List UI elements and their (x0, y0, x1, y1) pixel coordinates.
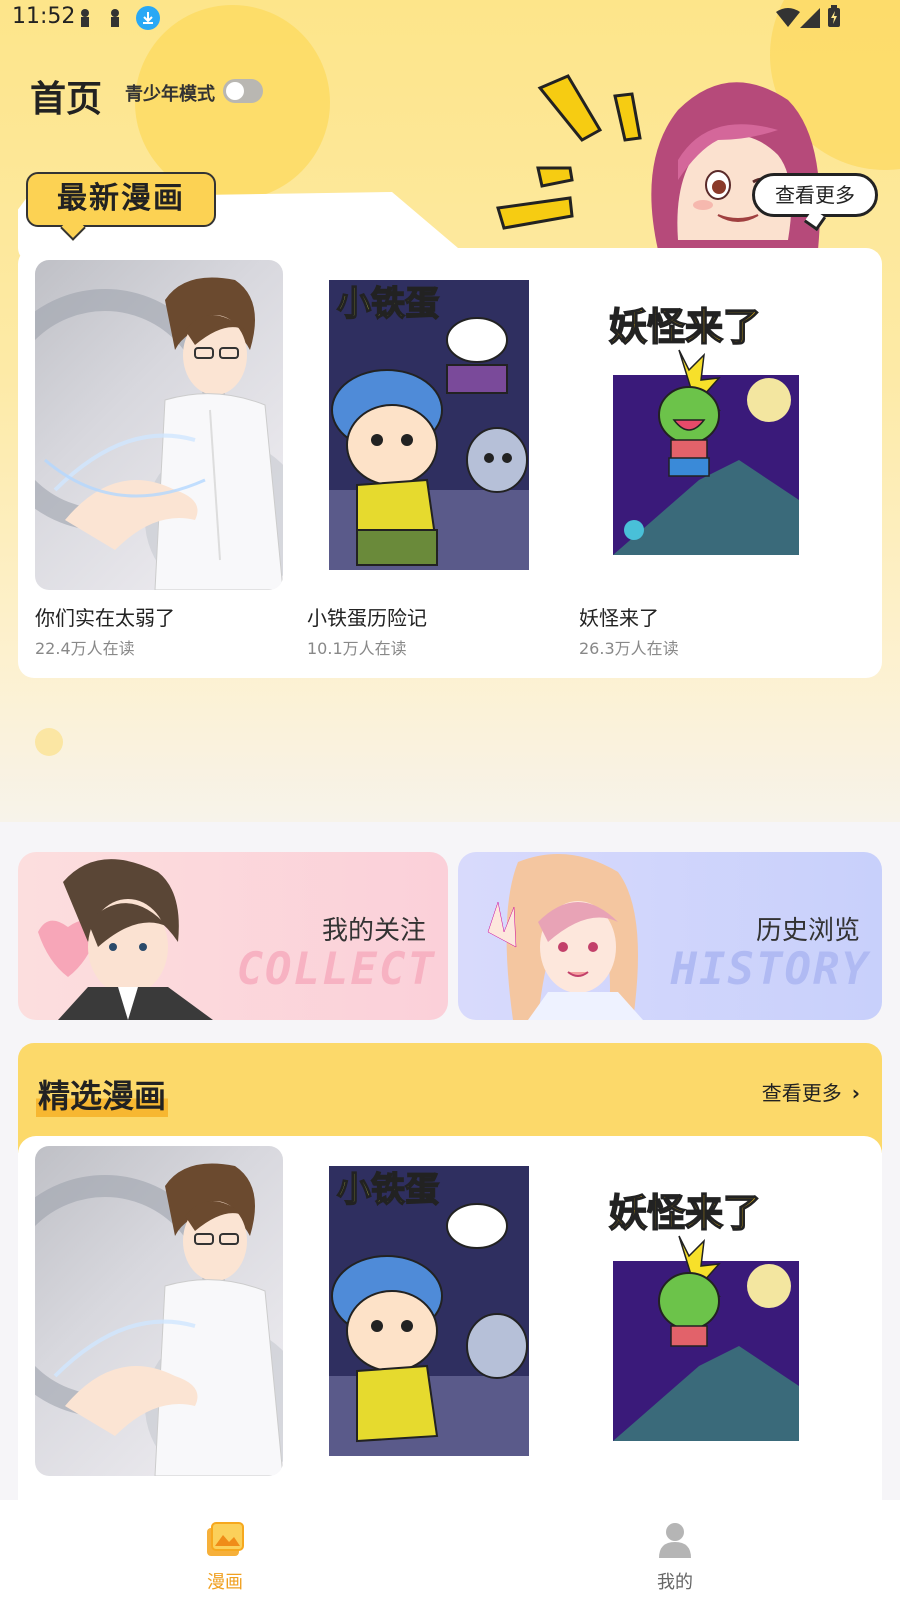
featured-comic-item[interactable]: 妖怪来了 (579, 1146, 827, 1476)
cover-logo: 妖怪来了 (609, 305, 761, 349)
latest-section-title: 最新漫画 (26, 172, 216, 241)
cover-art-weak (35, 277, 283, 590)
featured-section-title: 精选漫画 (36, 1071, 169, 1117)
cover-logo: 妖怪来了 (609, 1191, 761, 1235)
comic-title: 小铁蛋历险记 (307, 606, 427, 630)
featured-comic-item[interactable] (35, 1146, 283, 1476)
teen-mode-label: 青少年模式 (125, 84, 215, 105)
comic-cover[interactable] (35, 260, 283, 590)
my-follows-label: 我的关注 (321, 916, 426, 946)
download-icon (136, 6, 160, 30)
comic-readers: 26.3万人在读 (579, 639, 679, 658)
comic-cover[interactable] (35, 1146, 283, 1476)
comic-item[interactable]: 妖怪来了 妖怪来了 26.3万人在读 (579, 260, 827, 659)
decor-dot (35, 728, 63, 756)
comic-cover[interactable]: 妖怪来了 (579, 260, 827, 590)
cover-art-yaoguai: 妖怪来了 (608, 1190, 799, 1441)
latest-view-more-button[interactable]: 查看更多 (752, 173, 878, 232)
featured-comic-item[interactable]: 小铁蛋 (307, 1146, 555, 1476)
view-more-label: 查看更多 (775, 183, 855, 207)
collect-watermark: COLLECT (236, 944, 436, 995)
comics-icon (205, 1520, 245, 1560)
comic-title: 你们实在太弱了 (35, 606, 175, 630)
user-icon (655, 1520, 695, 1560)
history-card[interactable]: 历史浏览 HISTORY (458, 852, 882, 1020)
cover-logo: 小铁蛋 (337, 284, 439, 324)
nav-tab-mine[interactable]: 我的 (615, 1500, 735, 1594)
notification-icon (111, 9, 119, 27)
nav-tab-comics[interactable]: 漫画 (165, 1500, 285, 1594)
teen-mode-toggle[interactable] (223, 79, 263, 103)
cover-logo: 小铁蛋 (337, 1170, 439, 1210)
my-follows-card[interactable]: 我的关注 COLLECT (18, 852, 448, 1020)
chevron-right-icon: › (851, 1081, 860, 1105)
cover-art-tiedan: 小铁蛋 (329, 1166, 529, 1456)
comic-cover[interactable]: 小铁蛋 (307, 260, 555, 590)
signal-icon (800, 8, 820, 28)
wifi-icon (776, 8, 800, 27)
history-watermark: HISTORY (670, 944, 870, 995)
status-time: 11:52 (12, 4, 76, 29)
collect-illustration (38, 859, 213, 1020)
comic-item[interactable]: 你们实在太弱了 22.4万人在读 (35, 260, 283, 659)
toggle-knob (226, 82, 244, 100)
comic-cover[interactable]: 妖怪来了 (579, 1146, 827, 1476)
comic-readers: 10.1万人在读 (307, 639, 407, 658)
status-bar: 11:52 (0, 0, 900, 36)
latest-section-label: 最新漫画 (57, 181, 185, 216)
cover-art-weak (35, 1163, 283, 1476)
cover-art-tiedan: 小铁蛋 (329, 280, 529, 570)
history-label: 历史浏览 (755, 916, 860, 946)
nav-label-mine: 我的 (657, 1572, 693, 1593)
cover-art-yaoguai: 妖怪来了 (608, 304, 799, 555)
notification-icon (81, 9, 89, 27)
bottom-navigation: 漫画 我的 (0, 1500, 900, 1600)
comic-item[interactable]: 小铁蛋 小铁蛋历险记 10.1万人在读 (307, 260, 555, 659)
view-more-label: 查看更多 (761, 1081, 842, 1105)
comic-title: 妖怪来了 (579, 606, 659, 630)
featured-view-more-button[interactable]: 查看更多 › (762, 1077, 860, 1106)
comic-cover[interactable]: 小铁蛋 (307, 1146, 555, 1476)
comic-readers: 22.4万人在读 (35, 639, 135, 658)
battery-icon (828, 5, 840, 27)
history-illustration (487, 854, 643, 1020)
nav-label-comics: 漫画 (207, 1572, 243, 1593)
page-title: 首页 (30, 79, 103, 120)
